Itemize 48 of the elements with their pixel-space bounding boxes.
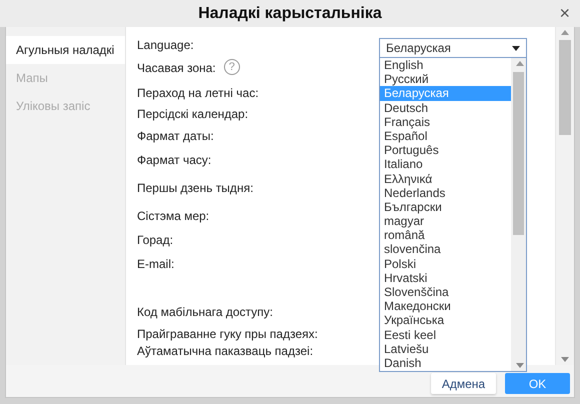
setting-label: Сістэма мер: (137, 209, 210, 223)
scroll-thumb[interactable] (559, 40, 571, 135)
language-option[interactable]: Български (380, 200, 511, 214)
language-option[interactable]: Deutsch (380, 100, 511, 115)
setting-label: Горад: (137, 233, 174, 247)
setting-label: Фармат часу: (137, 153, 212, 167)
language-option[interactable]: Русский (380, 72, 511, 86)
sidebar-tab[interactable]: Агульныя наладкі (6, 36, 125, 64)
language-option[interactable]: Latviešu (380, 342, 511, 356)
language-option[interactable]: magyar (380, 214, 511, 228)
cancel-button[interactable]: Адмена (431, 373, 496, 394)
scroll-up-icon[interactable] (516, 61, 524, 66)
language-option[interactable]: Македонски (380, 299, 511, 314)
language-select[interactable]: Беларуская (379, 38, 527, 58)
scroll-down-icon[interactable] (561, 357, 569, 362)
setting-label: Прайграванне гуку пры падзеях: (137, 327, 318, 341)
language-option[interactable]: Hrvatski (380, 270, 511, 285)
language-option[interactable]: slovenčina (380, 242, 511, 257)
language-option[interactable]: Español (380, 128, 511, 144)
scroll-up-icon[interactable] (561, 30, 569, 35)
language-option[interactable]: Ελληνικά (380, 172, 511, 186)
list-scrollbar[interactable] (511, 58, 526, 371)
setting-label: Персідскі календар: (137, 107, 248, 121)
language-option[interactable]: Polski (380, 256, 511, 271)
window-title: Наладкі карыстальніка (198, 4, 382, 22)
language-option[interactable]: Français (380, 114, 511, 129)
setting-label: Код мабільнага доступу: (137, 305, 274, 319)
setting-label: Першы дзень тыдня: (137, 181, 254, 195)
language-option[interactable]: română (380, 228, 511, 242)
scrollbar[interactable] (555, 27, 574, 365)
setting-label: Language: (137, 38, 194, 52)
scroll-thumb[interactable] (513, 72, 524, 235)
caret-icon (512, 46, 520, 50)
setting-label: Часавая зона: (137, 61, 216, 75)
language-option[interactable]: Italiano (380, 157, 511, 172)
scroll-down-icon[interactable] (516, 363, 524, 368)
language-option[interactable]: Eesti keel (380, 328, 511, 342)
language-option[interactable]: Danish (380, 356, 511, 370)
setting-label: Фармат даты: (137, 129, 214, 143)
setting-label: E-mail: (137, 257, 174, 271)
setting-label: Пераход на летні час: (137, 86, 259, 100)
close-button[interactable]: × (555, 4, 574, 22)
language-option[interactable]: Slovenščina (380, 285, 511, 300)
language-option[interactable]: Nederlands (380, 186, 511, 200)
language-option[interactable]: English (380, 58, 511, 72)
setting-label: Аўтаматычна паказваць падзеі: (137, 344, 314, 358)
language-option[interactable]: Українська (380, 313, 511, 328)
language-option[interactable]: Português (380, 143, 511, 158)
